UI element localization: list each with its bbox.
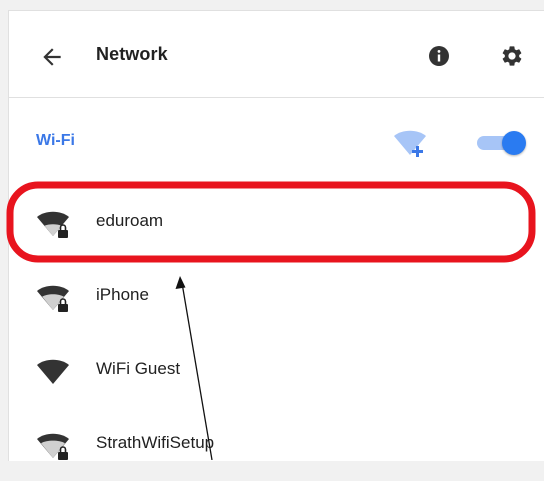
- wifi-section-label: Wi-Fi: [36, 132, 75, 149]
- network-item-wifi-guest[interactable]: WiFi Guest: [9, 333, 544, 407]
- network-name: StrathWifiSetup: [96, 433, 215, 452]
- page-title: Network: [96, 44, 168, 64]
- network-item-eduroam[interactable]: eduroam: [9, 185, 544, 259]
- wifi-icon: [37, 359, 69, 384]
- wifi-lock-icon: [37, 433, 69, 460]
- network-name: WiFi Guest: [96, 359, 181, 378]
- wifi-toggle[interactable]: [475, 131, 527, 155]
- arrow-back-icon[interactable]: [39, 44, 65, 70]
- wifi-lock-icon: [37, 285, 69, 312]
- wifi-lock-icon: [37, 211, 69, 238]
- network-name: iPhone: [96, 285, 149, 304]
- wifi-add-icon[interactable]: [392, 127, 428, 159]
- header: Network: [9, 11, 544, 98]
- gear-icon[interactable]: [500, 44, 524, 68]
- network-name: eduroam: [96, 211, 164, 230]
- wifi-toggle-knob: [502, 131, 526, 155]
- network-settings-panel: Network Wi-Fi eduroam iPhone WiFi Guest …: [8, 10, 544, 461]
- info-icon[interactable]: [427, 44, 451, 68]
- network-item-strathwifisetup[interactable]: StrathWifiSetup: [9, 407, 544, 481]
- network-item-iphone[interactable]: iPhone: [9, 259, 544, 333]
